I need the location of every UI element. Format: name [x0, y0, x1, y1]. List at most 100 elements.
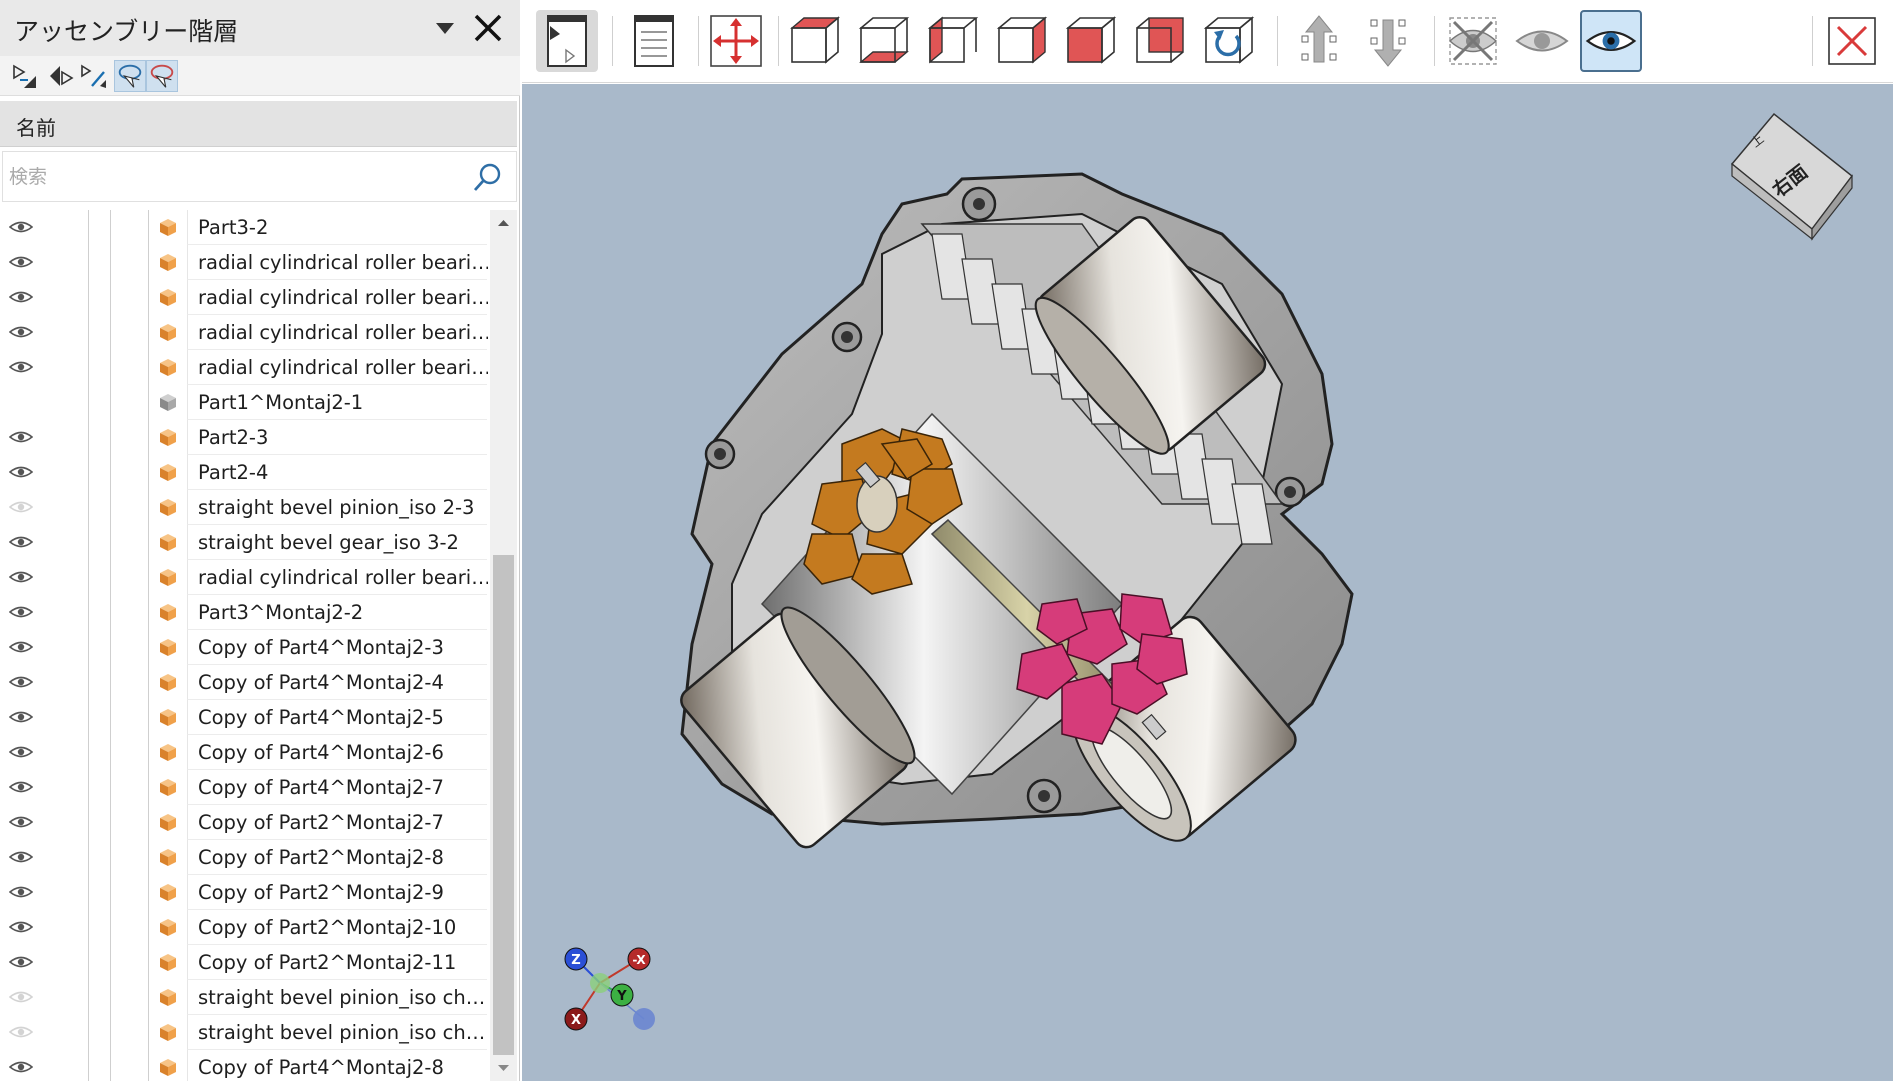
- visibility-eye-icon[interactable]: [9, 1059, 33, 1075]
- tree-row[interactable]: Part1^Montaj2-1: [0, 385, 490, 420]
- tree-row-name-cell[interactable]: Copy of Part4^Montaj2-7: [187, 770, 487, 805]
- tree-row[interactable]: Part2-4: [0, 455, 490, 490]
- visibility-eye-icon[interactable]: [9, 779, 33, 795]
- view-left-icon[interactable]: [922, 10, 984, 72]
- tree-row[interactable]: straight bevel gear_iso 3-2: [0, 525, 490, 560]
- visibility-eye-icon[interactable]: [9, 744, 33, 760]
- gearbox-model[interactable]: [522, 84, 1893, 1081]
- tree-row-name-cell[interactable]: Copy of Part4^Montaj2-3: [187, 630, 487, 665]
- view-back-icon[interactable]: [1129, 10, 1191, 72]
- visibility-eye-icon[interactable]: [9, 604, 33, 620]
- tree-row-name-cell[interactable]: Copy of Part4^Montaj2-8: [187, 1050, 487, 1081]
- tree-row[interactable]: Copy of Part4^Montaj2-4: [0, 665, 490, 700]
- tree-row-name-cell[interactable]: Copy of Part2^Montaj2-8: [187, 840, 487, 875]
- tree-row-name-cell[interactable]: Copy of Part2^Montaj2-7: [187, 805, 487, 840]
- view-isometric-icon[interactable]: [1198, 10, 1260, 72]
- tree-row-name-cell[interactable]: Copy of Part4^Montaj2-6: [187, 735, 487, 770]
- tree-row[interactable]: straight bevel pinion_iso 2-3: [0, 490, 490, 525]
- view-front-icon[interactable]: [1060, 10, 1122, 72]
- visibility-eye-icon[interactable]: [9, 499, 33, 515]
- tree-row-name-cell[interactable]: Part2-3: [187, 420, 487, 455]
- tree-row-name-cell[interactable]: Copy of Part2^Montaj2-9: [187, 875, 487, 910]
- select-highlight-icon[interactable]: [114, 60, 146, 92]
- tree-row[interactable]: Copy of Part4^Montaj2-7: [0, 770, 490, 805]
- tree-row[interactable]: Copy of Part2^Montaj2-7: [0, 805, 490, 840]
- search-input[interactable]: [9, 162, 449, 192]
- visibility-eye-icon[interactable]: [9, 569, 33, 585]
- tree-row-name-cell[interactable]: straight bevel pinion_iso ch…: [187, 980, 487, 1015]
- tree-row-name-cell[interactable]: straight bevel pinion_iso ch…: [187, 1015, 487, 1050]
- fit-all-icon[interactable]: [705, 10, 767, 72]
- tree-row[interactable]: Copy of Part2^Montaj2-9: [0, 875, 490, 910]
- tree-row-name-cell[interactable]: Copy of Part2^Montaj2-11: [187, 945, 487, 980]
- visibility-eye-icon[interactable]: [9, 919, 33, 935]
- expand-tree-icon[interactable]: [10, 60, 42, 92]
- tree-row[interactable]: radial cylindrical roller beari…: [0, 245, 490, 280]
- chevron-down-icon[interactable]: [432, 16, 458, 40]
- visibility-toggle-icon[interactable]: [1580, 10, 1642, 72]
- search-icon[interactable]: [471, 162, 503, 194]
- toggle-panel-icon[interactable]: [536, 10, 598, 72]
- visibility-eye-icon[interactable]: [9, 849, 33, 865]
- tree-row-name-cell[interactable]: radial cylindrical roller beari…: [187, 350, 488, 385]
- tree-row-name-cell[interactable]: Copy of Part4^Montaj2-5: [187, 700, 487, 735]
- document-view-icon[interactable]: [623, 10, 685, 72]
- visibility-eye-icon[interactable]: [9, 219, 33, 235]
- tree-row[interactable]: Copy of Part2^Montaj2-8: [0, 840, 490, 875]
- tree-row-name-cell[interactable]: Part3-2: [187, 210, 487, 245]
- visibility-eye-icon[interactable]: [9, 1024, 33, 1040]
- tree-scrollbar[interactable]: [490, 210, 517, 1081]
- visibility-eye-icon[interactable]: [9, 639, 33, 655]
- visibility-eye-icon[interactable]: [9, 324, 33, 340]
- tree-row[interactable]: Copy of Part2^Montaj2-11: [0, 945, 490, 980]
- tree-row-name-cell[interactable]: radial cylindrical roller beari…: [187, 245, 488, 280]
- hide-selected-icon[interactable]: [1442, 10, 1504, 72]
- close-icon[interactable]: [470, 10, 506, 46]
- view-right-icon[interactable]: [991, 10, 1053, 72]
- scroll-thumb[interactable]: [493, 555, 514, 1055]
- tree-row[interactable]: radial cylindrical roller beari…: [0, 280, 490, 315]
- tree-row[interactable]: straight bevel pinion_iso ch…: [0, 1015, 490, 1050]
- visibility-eye-icon[interactable]: [9, 464, 33, 480]
- tree-row[interactable]: Copy of Part4^Montaj2-6: [0, 735, 490, 770]
- 3d-viewport[interactable]: 右面 上 Z -X Y X: [522, 84, 1893, 1081]
- visibility-eye-icon[interactable]: [9, 954, 33, 970]
- tree-row[interactable]: Part2-3: [0, 420, 490, 455]
- visibility-eye-icon[interactable]: [9, 359, 33, 375]
- close-view-icon[interactable]: [1821, 10, 1883, 72]
- tree-row[interactable]: radial cylindrical roller beari…: [0, 350, 490, 385]
- tree-row-name-cell[interactable]: radial cylindrical roller beari…: [187, 280, 488, 315]
- sync-tree-icon[interactable]: [78, 60, 110, 92]
- tree-row-name-cell[interactable]: straight bevel pinion_iso 2-3: [187, 490, 487, 525]
- explode-up-icon[interactable]: [1288, 10, 1350, 72]
- tree-row[interactable]: Copy of Part4^Montaj2-8: [0, 1050, 490, 1081]
- visibility-eye-icon[interactable]: [9, 254, 33, 270]
- tree-row-name-cell[interactable]: Part3^Montaj2-2: [187, 595, 487, 630]
- scroll-up-icon[interactable]: [490, 210, 517, 236]
- tree-row[interactable]: Copy of Part4^Montaj2-3: [0, 630, 490, 665]
- column-header[interactable]: 名前: [0, 101, 517, 147]
- visibility-eye-icon[interactable]: [9, 674, 33, 690]
- explode-down-icon[interactable]: [1357, 10, 1419, 72]
- view-top-icon[interactable]: [784, 10, 846, 72]
- visibility-eye-icon[interactable]: [9, 814, 33, 830]
- view-cube[interactable]: 右面 上: [1702, 104, 1882, 284]
- tree-row-name-cell[interactable]: Copy of Part2^Montaj2-10: [187, 910, 487, 945]
- show-all-icon[interactable]: [1511, 10, 1573, 72]
- tree-row-name-cell[interactable]: Part2-4: [187, 455, 487, 490]
- visibility-eye-icon[interactable]: [9, 289, 33, 305]
- tree-row-name-cell[interactable]: Part1^Montaj2-1: [187, 385, 487, 420]
- visibility-eye-icon[interactable]: [9, 534, 33, 550]
- tree-row-name-cell[interactable]: straight bevel gear_iso 3-2: [187, 525, 487, 560]
- tree-row[interactable]: radial cylindrical roller beari…: [0, 560, 490, 595]
- tree-row-name-cell[interactable]: radial cylindrical roller beari…: [187, 315, 488, 350]
- visibility-eye-icon[interactable]: [9, 429, 33, 445]
- tree-row[interactable]: Part3^Montaj2-2: [0, 595, 490, 630]
- tree-row[interactable]: straight bevel pinion_iso ch…: [0, 980, 490, 1015]
- tree-row[interactable]: Copy of Part2^Montaj2-10: [0, 910, 490, 945]
- tree-row-name-cell[interactable]: Copy of Part4^Montaj2-4: [187, 665, 487, 700]
- view-bottom-icon[interactable]: [853, 10, 915, 72]
- visibility-eye-icon[interactable]: [9, 989, 33, 1005]
- scroll-down-icon[interactable]: [490, 1055, 517, 1081]
- deselect-highlight-icon[interactable]: [146, 60, 178, 92]
